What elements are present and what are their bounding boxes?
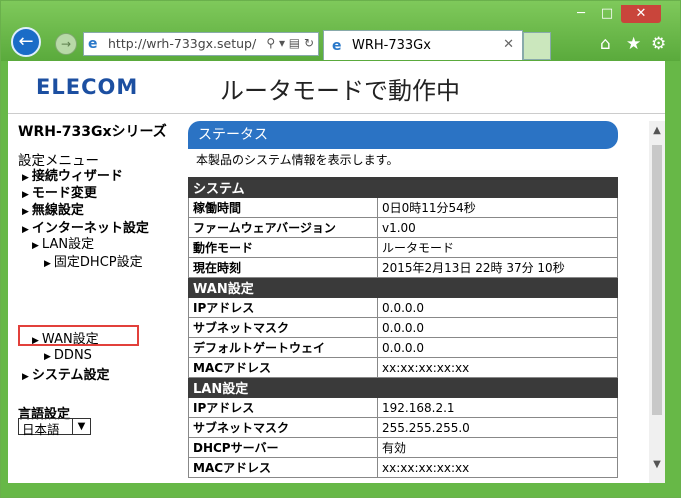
table-row: IPアドレス 192.168.2.1 — [188, 397, 618, 418]
menu-lan[interactable]: ▶ LAN設定 — [32, 233, 94, 252]
home-icon[interactable]: ⌂ — [600, 34, 611, 54]
settings-gear-icon[interactable]: ⚙ — [651, 34, 666, 54]
menu-wireless[interactable]: ▶ 無線設定 — [22, 199, 84, 218]
vertical-scrollbar[interactable]: ▲ ▼ — [649, 121, 665, 483]
table-row: ファームウェアバージョン v1.00 — [188, 217, 618, 238]
tab-ie-icon: e — [332, 38, 342, 54]
menu-ddns[interactable]: ▶ DDNS — [44, 348, 92, 363]
table-row: DHCPサーバー 有効 — [188, 437, 618, 458]
tab-close-icon[interactable]: ✕ — [503, 37, 514, 52]
status-table: システム 稼働時間 0日0時11分54秒 ファームウェアバージョン v1.00 動作… — [188, 177, 618, 478]
scroll-up-icon[interactable]: ▲ — [649, 125, 665, 136]
table-row: 現在時刻 2015年2月13日 22時 37分 10秒 — [188, 257, 618, 278]
scroll-thumb[interactable] — [652, 145, 662, 415]
section-header-wan: WAN設定 — [188, 277, 618, 298]
new-tab-button[interactable] — [523, 32, 551, 60]
language-value: 日本語 — [22, 422, 60, 437]
page-content: ELECOM ルータモードで動作中 WRH-733Gxシリーズ 設定メニュー ▶… — [8, 61, 665, 483]
maximize-button[interactable]: □ — [594, 5, 620, 23]
forward-icon[interactable]: → — [55, 33, 77, 55]
table-row: MACアドレス xx:xx:xx:xx:xx — [188, 357, 618, 378]
language-select[interactable]: 日本語 ▼ — [18, 418, 91, 437]
table-row: 稼働時間 0日0時11分54秒 — [188, 197, 618, 218]
address-tools[interactable]: ⚲ ▾ ▤ ↻ — [266, 36, 314, 50]
section-header-lan: LAN設定 — [188, 377, 618, 398]
back-icon[interactable]: ← — [11, 27, 41, 57]
ie-icon: e — [88, 36, 98, 52]
table-row: 動作モード ルータモード — [188, 237, 618, 258]
section-header-system: システム — [188, 177, 618, 198]
favorites-icon[interactable]: ★ — [626, 34, 641, 54]
close-button[interactable]: ✕ — [621, 5, 661, 23]
browser-tab[interactable]: e WRH-733Gx ✕ — [323, 30, 523, 60]
table-row: デフォルトゲートウェイ 0.0.0.0 — [188, 337, 618, 358]
address-bar[interactable]: e http://wrh-733gx.setup/ ⚲ ▾ ▤ ↻ — [83, 32, 319, 56]
page-header: ELECOM ルータモードで動作中 — [8, 61, 665, 114]
elecom-logo: ELECOM — [36, 75, 139, 99]
status-description: 本製品のシステム情報を表示します。 — [196, 153, 399, 167]
table-row: MACアドレス xx:xx:xx:xx:xx — [188, 457, 618, 478]
status-title: ステータス — [188, 121, 618, 149]
table-row: サブネットマスク 255.255.255.0 — [188, 417, 618, 438]
window-bottom-border — [8, 483, 665, 495]
table-row: IPアドレス 0.0.0.0 — [188, 297, 618, 318]
menu-fixed-dhcp[interactable]: ▶ 固定DHCP設定 — [44, 251, 143, 270]
mode-title: ルータモードで動作中 — [220, 77, 460, 105]
scroll-down-icon[interactable]: ▼ — [649, 459, 665, 470]
series-title: WRH-733Gxシリーズ — [18, 124, 167, 140]
address-url[interactable]: http://wrh-733gx.setup/ — [108, 36, 256, 51]
chevron-down-icon[interactable]: ▼ — [72, 419, 90, 434]
menu-system[interactable]: ▶ システム設定 — [22, 364, 110, 383]
wan-highlight-box — [18, 325, 139, 346]
table-row: サブネットマスク 0.0.0.0 — [188, 317, 618, 338]
tab-title: WRH-733Gx — [352, 38, 431, 53]
minimize-button[interactable]: ─ — [568, 5, 594, 23]
browser-chrome: ─ □ ✕ ← → e http://wrh-733gx.setup/ ⚲ ▾ … — [1, 1, 680, 61]
